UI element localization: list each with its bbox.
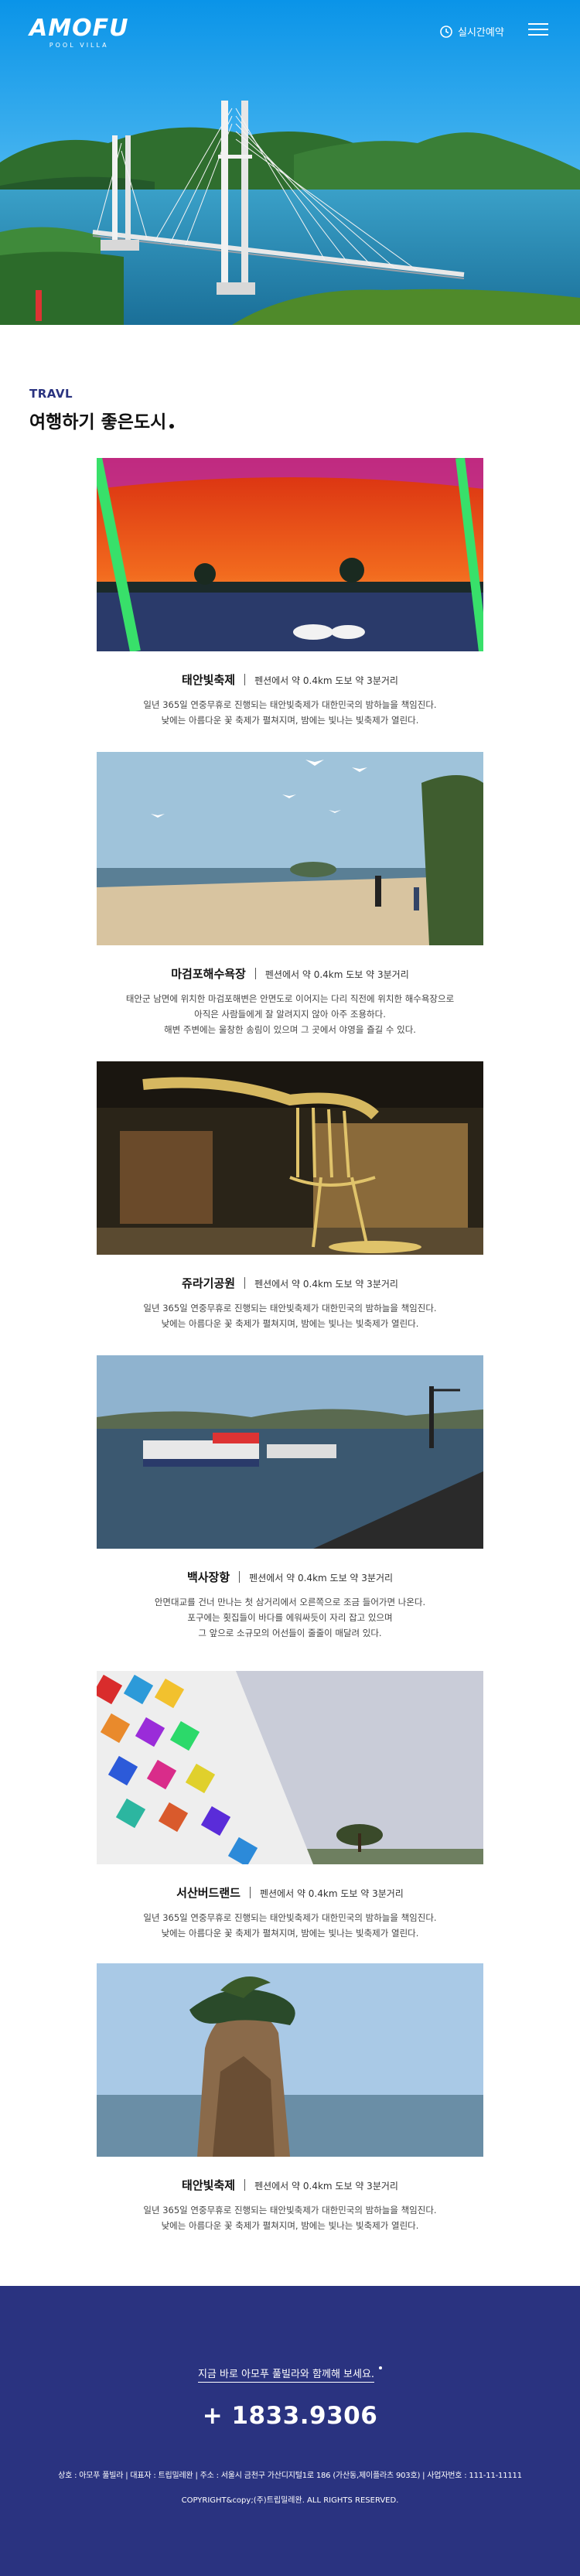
site-footer: 지금 바로 아모푸 풀빌라와 함께해 보세요. + 1833.9306 상호 :… bbox=[0, 2286, 580, 2576]
spot-image[interactable] bbox=[97, 1671, 483, 1864]
title-dot bbox=[169, 424, 175, 429]
desc-line: 낮에는 아름다운 꽃 축제가 펼쳐지며, 밤에는 빛나는 빛축제가 열린다. bbox=[161, 1928, 419, 1939]
hero-banner: AMOFU POOL VILLA 실시간예약 bbox=[0, 0, 580, 325]
spot-distance: 펜션에서 약 0.4km 도보 약 3분거리 bbox=[254, 2181, 398, 2192]
clock-icon bbox=[440, 25, 452, 38]
spot-header: 백사장항 펜션에서 약 0.4km 도보 약 3분거리 bbox=[97, 1569, 483, 1585]
spot-distance: 펜션에서 약 0.4km 도보 약 3분거리 bbox=[259, 1888, 404, 1899]
cta-text[interactable]: 지금 바로 아모푸 풀빌라와 함께해 보세요. bbox=[0, 2366, 580, 2383]
spot-image[interactable] bbox=[97, 458, 483, 651]
section-title-text: 여행하기 좋은도시 bbox=[29, 412, 167, 432]
desc-line: 낮에는 아름다운 꽃 축제가 펼쳐지며, 밤에는 빛나는 빛축제가 열린다. bbox=[161, 1318, 419, 1329]
desc-line: 그 앞으로 소규모의 어선들이 줄줄이 매달려 있다. bbox=[198, 1628, 382, 1638]
spot-header: 태안빛축제 펜션에서 약 0.4km 도보 약 3분거리 bbox=[97, 671, 483, 688]
spot-name: 백사장항 bbox=[186, 1570, 230, 1584]
section-eyebrow: TRAVL bbox=[29, 387, 73, 401]
copyright: COPYRIGHT&copy;(주)트립밀레완. ALL RIGHTS RESE… bbox=[181, 2496, 399, 2505]
divider bbox=[244, 674, 246, 685]
logo[interactable]: AMOFU POOL VILLA bbox=[29, 15, 129, 50]
desc-line: 일년 365일 연중무휴로 진행되는 태안빛축제가 대한민국의 밤하늘을 책임진… bbox=[143, 2205, 437, 2216]
company-info: 상호 : 아모푸 풀빌라 | 대표자 : 트립밀레완 | 주소 : 서울시 금천… bbox=[58, 2472, 522, 2480]
desc-line: 안면대교를 건너 만나는 첫 삼거리에서 오른쪽으로 조금 들어가면 나온다. bbox=[154, 1597, 426, 1607]
divider bbox=[249, 1887, 251, 1898]
spot-description: 일년 365일 연중무휴로 진행되는 태안빛축제가 대한민국의 밤하늘을 책임진… bbox=[97, 1910, 483, 1941]
logo-subtext: POOL VILLA bbox=[49, 42, 109, 49]
spot-card[interactable]: 마검포해수욕장 펜션에서 약 0.4km 도보 약 3분거리 태안군 남면에 위치… bbox=[97, 752, 483, 1037]
divider bbox=[239, 1571, 241, 1583]
spot-description: 일년 365일 연중무휴로 진행되는 태안빛축제가 대한민국의 밤하늘을 책임진… bbox=[97, 2202, 483, 2233]
spot-image[interactable] bbox=[97, 752, 483, 945]
reservation-label: 실시간예약 bbox=[458, 27, 504, 39]
section-heading: TRAVL 여행하기 좋은도시 bbox=[29, 387, 175, 433]
spot-description: 일년 365일 연중무휴로 진행되는 태안빛축제가 대한민국의 밤하늘을 책임진… bbox=[97, 697, 483, 728]
desc-line: 낮에는 아름다운 꽃 축제가 펼쳐지며, 밤에는 빛나는 빛축제가 열린다. bbox=[161, 715, 419, 726]
spot-card[interactable]: 쥬라기공원 펜션에서 약 0.4km 도보 약 3분거리 일년 365일 연중무휴… bbox=[97, 1061, 483, 1331]
spot-description: 안면대교를 건너 만나는 첫 삼거리에서 오른쪽으로 조금 들어가면 나온다. … bbox=[97, 1594, 483, 1641]
spot-card[interactable]: 백사장항 펜션에서 약 0.4km 도보 약 3분거리 안면대교를 건너 만나는 … bbox=[97, 1355, 483, 1641]
cta-label: 지금 바로 아모푸 풀빌라와 함께해 보세요. bbox=[197, 2369, 375, 2383]
spot-header: 마검포해수욕장 펜션에서 약 0.4km 도보 약 3분거리 bbox=[97, 965, 483, 982]
logo-text: AMOFU bbox=[29, 15, 129, 42]
spot-distance: 펜션에서 약 0.4km 도보 약 3분거리 bbox=[249, 1573, 394, 1584]
desc-line: 태안군 남면에 위치한 마검포해변은 안면도로 이어지는 다리 직전에 위치한 … bbox=[125, 993, 455, 1004]
spot-card[interactable]: 태안빛축제 펜션에서 약 0.4km 도보 약 3분거리 일년 365일 연중무휴… bbox=[97, 458, 483, 728]
spot-image[interactable] bbox=[97, 1355, 483, 1549]
desc-line: 아직은 사람들에게 잘 알려지지 않아 아주 조용하다. bbox=[194, 1009, 386, 1020]
desc-line: 해변 주변에는 울창한 송림이 있으며 그 곳에서 야영을 즐길 수 있다. bbox=[164, 1024, 416, 1035]
spot-distance: 펜션에서 약 0.4km 도보 약 3분거리 bbox=[254, 1279, 398, 1290]
spot-image[interactable] bbox=[97, 1061, 483, 1255]
spot-description: 태안군 남면에 위치한 마검포해변은 안면도로 이어지는 다리 직전에 위치한 … bbox=[97, 991, 483, 1037]
spot-card[interactable]: 태안빛축제 펜션에서 약 0.4km 도보 약 3분거리 일년 365일 연중무휴… bbox=[97, 1963, 483, 2233]
section-title: 여행하기 좋은도시 bbox=[29, 407, 175, 433]
desc-line: 일년 365일 연중무휴로 진행되는 태안빛축제가 대한민국의 밤하늘을 책임진… bbox=[143, 699, 437, 710]
spot-name: 서산버드랜드 bbox=[176, 1886, 241, 1900]
divider bbox=[254, 968, 256, 979]
spot-image[interactable] bbox=[97, 1963, 483, 2157]
site-header: AMOFU POOL VILLA 실시간예약 bbox=[0, 0, 580, 62]
spot-distance: 펜션에서 약 0.4km 도보 약 3분거리 bbox=[254, 675, 398, 686]
cta-dot bbox=[379, 2366, 383, 2369]
spot-card[interactable]: 서산버드랜드 펜션에서 약 0.4km 도보 약 3분거리 일년 365일 연중무… bbox=[97, 1671, 483, 1941]
spot-name: 마검포해수욕장 bbox=[171, 967, 246, 981]
divider bbox=[244, 2179, 246, 2191]
hamburger-menu-icon[interactable] bbox=[528, 23, 548, 39]
divider bbox=[244, 1277, 246, 1289]
desc-line: 포구에는 횟집들이 바다를 에워싸듯이 자리 잡고 있으며 bbox=[187, 1612, 393, 1623]
realtime-reservation-button[interactable]: 실시간예약 bbox=[439, 24, 504, 39]
spot-header: 쥬라기공원 펜션에서 약 0.4km 도보 약 3분거리 bbox=[97, 1275, 483, 1291]
spot-name: 태안빛축제 bbox=[182, 673, 236, 687]
spot-header: 태안빛축제 펜션에서 약 0.4km 도보 약 3분거리 bbox=[97, 2177, 483, 2193]
spot-distance: 펜션에서 약 0.4km 도보 약 3분거리 bbox=[264, 969, 409, 980]
desc-line: 일년 365일 연중무휴로 진행되는 태안빛축제가 대한민국의 밤하늘을 책임진… bbox=[143, 1912, 437, 1923]
spot-name: 태안빛축제 bbox=[182, 2178, 236, 2192]
phone-number[interactable]: + 1833.9306 bbox=[0, 2402, 580, 2430]
spot-header: 서산버드랜드 펜션에서 약 0.4km 도보 약 3분거리 bbox=[97, 1884, 483, 1901]
spot-name: 쥬라기공원 bbox=[182, 1276, 236, 1290]
desc-line: 일년 365일 연중무휴로 진행되는 태안빛축제가 대한민국의 밤하늘을 책임진… bbox=[143, 1303, 437, 1314]
desc-line: 낮에는 아름다운 꽃 축제가 펼쳐지며, 밤에는 빛나는 빛축제가 열린다. bbox=[161, 2220, 419, 2231]
spot-description: 일년 365일 연중무휴로 진행되는 태안빛축제가 대한민국의 밤하늘을 책임진… bbox=[97, 1300, 483, 1331]
